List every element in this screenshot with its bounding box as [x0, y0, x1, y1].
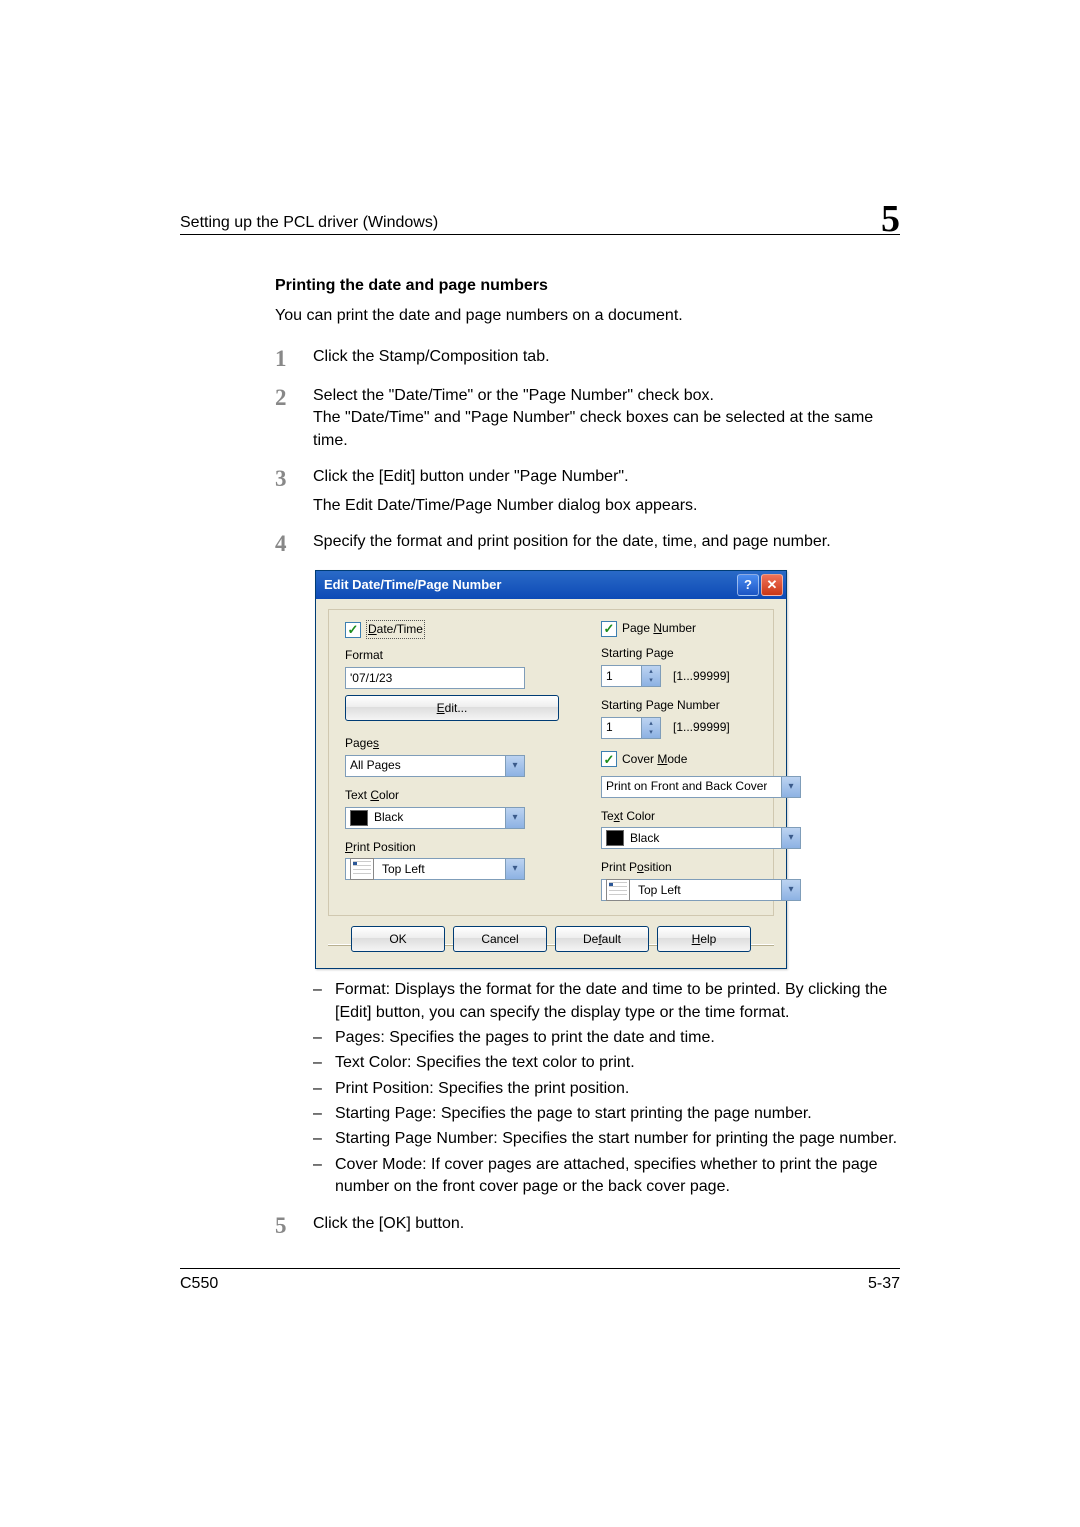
chevron-down-icon: ▾ — [781, 880, 800, 900]
step-3: 3 Click the [Edit] button under "Page Nu… — [275, 466, 900, 517]
position-icon — [606, 879, 630, 901]
pagenumber-checkbox[interactable]: ✓ Page Number — [601, 620, 801, 637]
color-swatch-icon — [606, 830, 624, 846]
chevron-down-icon: ▾ — [505, 808, 524, 828]
edit-button[interactable]: Edit... — [345, 695, 559, 721]
bullet-format: Format: Displays the format for the date… — [335, 979, 900, 1024]
step-4-number: 4 — [275, 531, 313, 556]
step-3-number: 3 — [275, 466, 313, 517]
section-intro: You can print the date and page numbers … — [275, 305, 900, 327]
titlebar-close-button[interactable]: ✕ — [761, 574, 783, 596]
chevron-down-icon: ▾ — [505, 859, 524, 879]
color-swatch-icon — [350, 810, 368, 826]
page-footer: C550 5-37 — [180, 1268, 900, 1293]
spinner-arrows-icon: ▴▾ — [641, 666, 660, 686]
format-label: Format — [345, 647, 559, 664]
step-5-number: 5 — [275, 1213, 313, 1238]
bullet-printpos: Print Position: Specifies the print posi… — [335, 1078, 900, 1100]
spinner-arrows-icon: ▴▾ — [641, 718, 660, 738]
step-3-sub: The Edit Date/Time/Page Number dialog bo… — [313, 495, 900, 517]
startingpage-label: Starting Page — [601, 645, 801, 662]
pages-label: Pages — [345, 735, 559, 752]
bullet-covermode: Cover Mode: If cover pages are attached,… — [335, 1154, 900, 1199]
step-2-sub: The "Date/Time" and "Page Number" check … — [313, 407, 900, 452]
footer-page-number: 5-37 — [868, 1275, 900, 1293]
textcolor-right-label: Text Color — [601, 808, 801, 825]
step-1: 1 Click the Stamp/Composition tab. — [275, 346, 900, 371]
page-header: Setting up the PCL driver (Windows) 5 — [180, 200, 900, 235]
step-3-text: Click the [Edit] button under "Page Numb… — [313, 466, 900, 488]
printpos-left-combo[interactable]: Top Left ▾ — [345, 858, 525, 880]
step-2: 2 Select the "Date/Time" or the "Page Nu… — [275, 385, 900, 452]
footer-model: C550 — [180, 1275, 218, 1293]
datetime-column: ✓ Date/Time Format '07/1/23 Edit... Page… — [345, 620, 559, 901]
chevron-down-icon: ▾ — [781, 828, 800, 848]
startingpage-spinner[interactable]: 1 ▴▾ — [601, 665, 661, 687]
chevron-down-icon: ▾ — [505, 756, 524, 776]
description-list: –Format: Displays the format for the dat… — [313, 979, 900, 1199]
printpos-right-combo[interactable]: Top Left ▾ — [601, 879, 801, 901]
edit-dialog: Edit Date/Time/Page Number ? ✕ ✓ Date/Ti… — [315, 570, 787, 969]
step-1-number: 1 — [275, 346, 313, 371]
titlebar-help-button[interactable]: ? — [737, 574, 759, 596]
header-section-title: Setting up the PCL driver (Windows) — [180, 214, 438, 232]
covermode-combo[interactable]: Print on Front and Back Cover ▾ — [601, 776, 801, 798]
textcolor-right-combo[interactable]: Black ▾ — [601, 827, 801, 849]
textcolor-left-label: Text Color — [345, 787, 559, 804]
dialog-titlebar: Edit Date/Time/Page Number ? ✕ — [316, 571, 786, 599]
step-4: 4 Specify the format and print position … — [275, 531, 900, 556]
dialog-title: Edit Date/Time/Page Number — [324, 576, 735, 594]
bullet-startpagenum: Starting Page Number: Specifies the star… — [335, 1128, 900, 1150]
step-5: 5 Click the [OK] button. — [275, 1213, 900, 1238]
bullet-pages: Pages: Specifies the pages to print the … — [335, 1027, 900, 1049]
format-field: '07/1/23 — [345, 667, 525, 689]
ok-button[interactable]: OK — [351, 926, 445, 952]
checkbox-icon: ✓ — [601, 751, 617, 767]
step-5-text: Click the [OK] button. — [313, 1213, 900, 1238]
pages-combo[interactable]: All Pages ▾ — [345, 755, 525, 777]
position-icon — [350, 858, 374, 880]
bullet-startpage: Starting Page: Specifies the page to sta… — [335, 1103, 900, 1125]
step-2-number: 2 — [275, 385, 313, 452]
pagenumber-column: ✓ Page Number Starting Page 1 ▴▾ [1...99… — [601, 620, 801, 901]
covermode-checkbox[interactable]: ✓ Cover Mode — [601, 751, 801, 768]
help-button[interactable]: Help — [657, 926, 751, 952]
printpos-right-label: Print Position — [601, 859, 801, 876]
chapter-number: 5 — [881, 200, 900, 238]
step-1-text: Click the Stamp/Composition tab. — [313, 346, 900, 371]
bullet-textcolor: Text Color: Specifies the text color to … — [335, 1052, 900, 1074]
step-4-text: Specify the format and print position fo… — [313, 531, 900, 556]
checkbox-icon: ✓ — [601, 621, 617, 637]
datetime-label: ate/Time — [377, 622, 423, 636]
chevron-down-icon: ▾ — [781, 777, 800, 797]
default-button[interactable]: Default — [555, 926, 649, 952]
startingpagenum-spinner[interactable]: 1 ▴▾ — [601, 717, 661, 739]
printpos-left-label: Print Position — [345, 839, 559, 856]
section-heading: Printing the date and page numbers — [275, 275, 900, 297]
checkbox-icon: ✓ — [345, 622, 361, 638]
step-2-text: Select the "Date/Time" or the "Page Numb… — [313, 385, 900, 407]
datetime-checkbox[interactable]: ✓ Date/Time — [345, 620, 559, 639]
cancel-button[interactable]: Cancel — [453, 926, 547, 952]
startingpagenum-label: Starting Page Number — [601, 697, 801, 714]
textcolor-left-combo[interactable]: Black ▾ — [345, 807, 525, 829]
startingpagenum-range: [1...99999] — [673, 719, 730, 736]
startingpage-range: [1...99999] — [673, 668, 730, 685]
